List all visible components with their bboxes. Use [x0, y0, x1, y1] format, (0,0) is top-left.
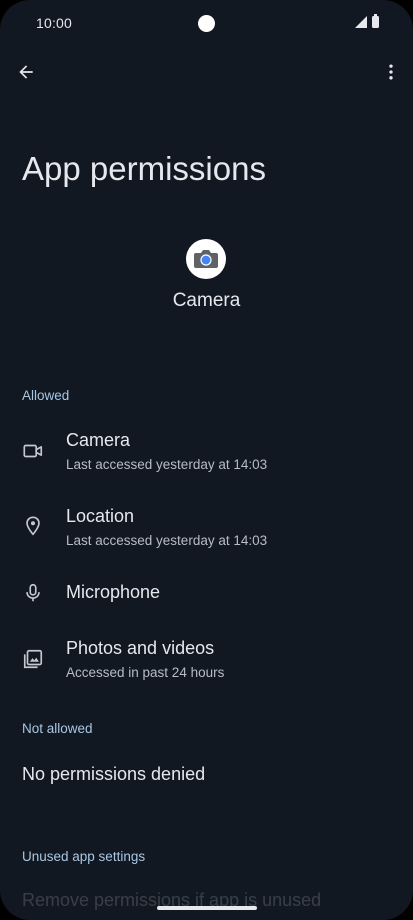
back-button[interactable]	[12, 58, 40, 86]
permission-item-microphone[interactable]: Microphone	[0, 574, 413, 614]
videocam-icon	[23, 444, 43, 458]
not-allowed-section-header: Not allowed	[22, 721, 93, 736]
arrow-back-icon	[19, 65, 33, 79]
status-bar: 10:00	[0, 0, 413, 46]
status-icons	[355, 14, 379, 28]
battery-icon	[372, 14, 379, 28]
app-permissions-screen: 10:00 App permissions Camera Allowed Cam…	[0, 0, 413, 920]
more-vert-icon	[389, 64, 393, 80]
signal-icon	[355, 16, 367, 28]
status-time: 10:00	[36, 15, 73, 31]
permission-subtitle: Last accessed yesterday at 14:03	[66, 457, 268, 472]
permission-item-location[interactable]: Location Last accessed yesterday at 14:0…	[0, 498, 413, 558]
permission-item-photos-videos[interactable]: Photos and videos Accessed in past 24 ho…	[0, 630, 413, 690]
microphone-icon	[26, 583, 40, 602]
camera-cutout	[198, 15, 215, 32]
camera-app-glyph	[194, 250, 218, 268]
more-options-button[interactable]	[379, 58, 403, 86]
app-name: Camera	[172, 290, 241, 311]
permission-item-camera[interactable]: Camera Last accessed yesterday at 14:03	[0, 422, 413, 482]
unused-app-settings-header: Unused app settings	[22, 849, 146, 864]
photos-icon	[23, 649, 43, 669]
page-title: App permissions	[22, 150, 266, 187]
permission-subtitle: Accessed in past 24 hours	[66, 665, 225, 680]
no-permissions-denied-text: No permissions denied	[22, 764, 206, 784]
permission-title: Microphone	[66, 582, 161, 602]
camera-app-icon	[186, 239, 226, 279]
permission-subtitle: Last accessed yesterday at 14:03	[66, 533, 268, 548]
allowed-section-header: Allowed	[22, 388, 70, 403]
permission-title: Photos and videos	[66, 638, 215, 658]
permission-title: Location	[66, 506, 135, 526]
gesture-navigation-bar[interactable]	[157, 906, 257, 910]
permission-title: Camera	[66, 430, 131, 450]
location-pin-icon	[26, 516, 40, 536]
